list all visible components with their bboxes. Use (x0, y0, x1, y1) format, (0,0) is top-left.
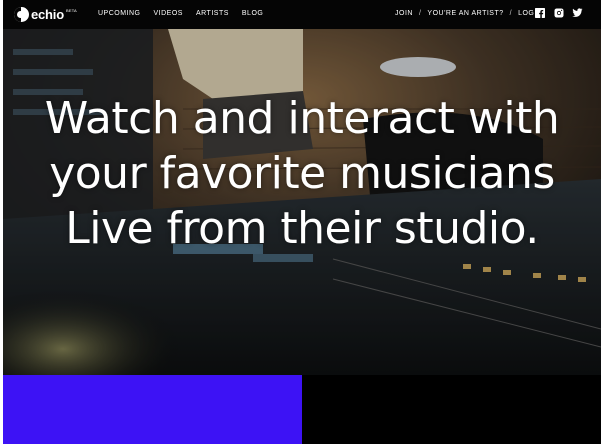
nav-artists[interactable]: ARTISTS (196, 10, 229, 17)
logo-mark-icon (14, 7, 29, 22)
beta-badge: BETA (65, 8, 77, 13)
nav-separator: / (509, 10, 513, 17)
join-link[interactable]: JOIN (395, 10, 413, 17)
nav-videos[interactable]: VIDEOS (154, 10, 183, 17)
hero-line-3: Live from their studio. (65, 203, 539, 254)
hero-line-2: your favorite musicians (49, 148, 555, 199)
artist-link[interactable]: YOU'RE AN ARTIST? (427, 10, 503, 17)
echio-logo[interactable]: echio BETA (14, 7, 77, 22)
instagram-icon[interactable] (554, 8, 564, 18)
account-nav: JOIN / YOU'RE AN ARTIST? / LOGIN (395, 10, 542, 17)
primary-nav: UPCOMING VIDEOS ARTISTS BLOG (98, 10, 263, 17)
feature-card-dark[interactable] (302, 375, 601, 444)
logo-text: echio (31, 7, 64, 22)
facebook-icon[interactable] (535, 8, 545, 18)
nav-blog[interactable]: BLOG (242, 10, 263, 17)
top-navbar: echio BETA UPCOMING VIDEOS ARTISTS BLOG … (3, 0, 601, 29)
hero-headline: Watch and interact with your favorite mu… (3, 91, 601, 256)
hero-line-1: Watch and interact with (44, 93, 560, 144)
nav-separator: / (418, 10, 422, 17)
nav-upcoming[interactable]: UPCOMING (98, 10, 141, 17)
page-frame: echio BETA UPCOMING VIDEOS ARTISTS BLOG … (3, 0, 601, 444)
feature-card-purple[interactable] (3, 375, 302, 444)
hero-section: Watch and interact with your favorite mu… (3, 29, 601, 375)
twitter-icon[interactable] (572, 8, 583, 18)
